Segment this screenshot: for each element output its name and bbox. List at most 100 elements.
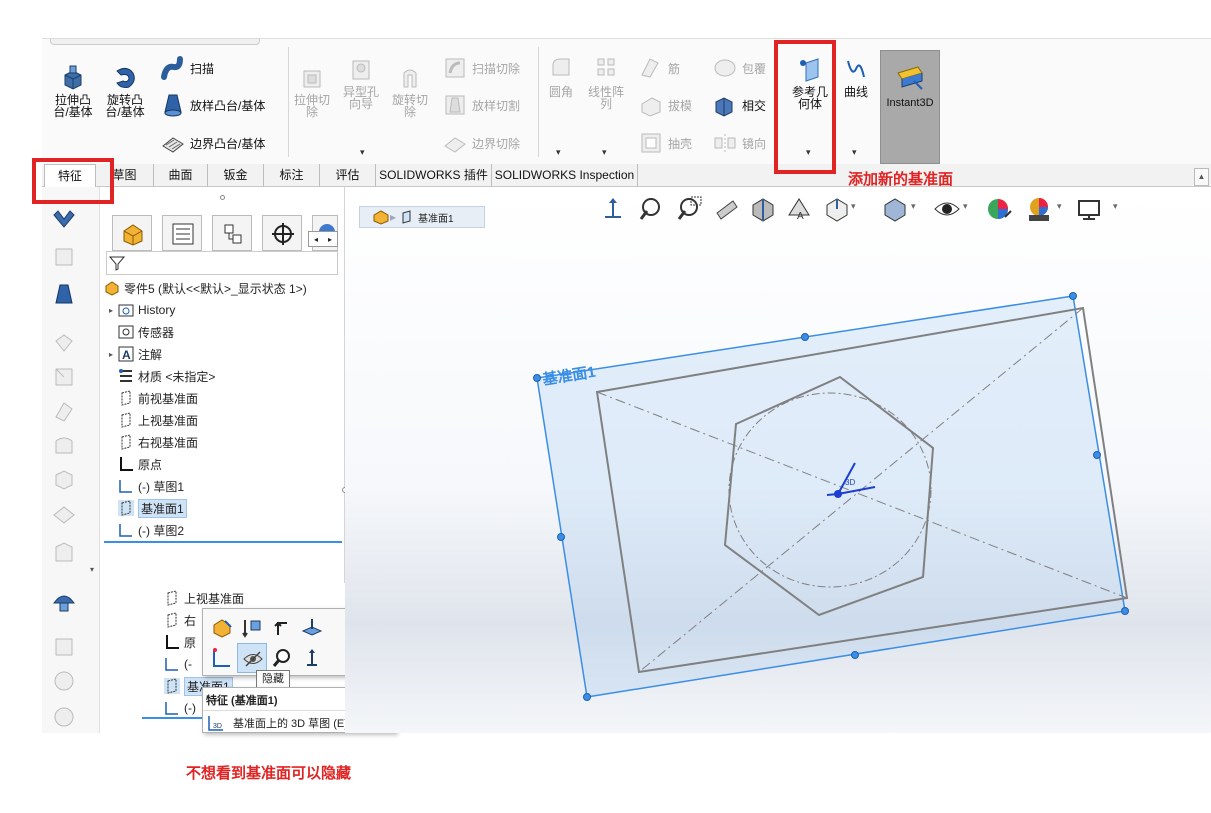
boundary-boss-button[interactable]: 边界凸台/基体	[160, 130, 265, 156]
draft-icon[interactable]	[50, 465, 78, 493]
tab-dimxpert-manager[interactable]	[262, 215, 302, 251]
cut-group-dropdown[interactable]: ▾	[360, 147, 365, 158]
expand-icon[interactable]: ▸	[104, 306, 118, 315]
wrap-icon[interactable]	[50, 501, 78, 529]
indent-icon[interactable]	[50, 633, 78, 661]
hole-wizard-button[interactable]: 异型孔 向导	[338, 55, 384, 110]
intersect-button[interactable]: 相交	[712, 92, 766, 118]
intersect-label: 相交	[742, 98, 767, 113]
normal-direction-icon[interactable]	[301, 647, 323, 669]
panel-grip-dot[interactable]	[220, 195, 225, 200]
rollback-bar[interactable]	[104, 541, 342, 543]
chamfer-icon[interactable]	[50, 363, 78, 391]
wrap-icon	[714, 59, 736, 77]
boundary-cut-icon	[444, 137, 466, 153]
draft-button[interactable]: 拔模	[638, 92, 692, 118]
pattern-dropdown[interactable]: ▾	[602, 147, 607, 158]
sweep-button[interactable]: 扫描	[160, 55, 214, 81]
revolve-cut-button[interactable]: 旋转切 除	[388, 63, 432, 118]
revolve-cut-label-2: 除	[403, 105, 416, 119]
tree-item-plane1[interactable]: 基准面1	[104, 498, 187, 518]
zoom-to-selection-icon[interactable]	[271, 647, 293, 669]
hole-icon[interactable]	[50, 539, 78, 567]
revolve-boss-icon[interactable]	[50, 243, 78, 271]
tree-item-top-plane[interactable]: 上视基准面	[104, 410, 198, 430]
rollback-icon[interactable]	[241, 617, 263, 639]
tab-sketch[interactable]: 草图	[96, 164, 154, 187]
inset-item-right-plane[interactable]: 右	[164, 610, 196, 630]
fillet-button[interactable]: 圆角	[544, 55, 578, 98]
tree-root-part[interactable]: 零件5 (默认<<默认>_显示状态 1>)	[104, 278, 307, 298]
swept-cut-button[interactable]: 扫描切除	[442, 55, 520, 81]
curves-button[interactable]: 曲线	[838, 55, 874, 98]
tab-solidworks-addins[interactable]: SOLIDWORKS 插件	[376, 164, 492, 187]
lofted-cut-button[interactable]: 放样切割	[442, 92, 520, 118]
strip-dropdown[interactable]: ▾	[90, 565, 94, 574]
instant3d-button[interactable]: Instant3D	[880, 50, 940, 164]
hide-eye-icon	[243, 651, 263, 667]
tree-item-history[interactable]: ▸ History	[104, 300, 175, 320]
tree-item-front-plane[interactable]: 前视基准面	[104, 388, 198, 408]
linear-pattern-label-2: 列	[599, 97, 612, 111]
lofted-cut-icon	[445, 95, 465, 115]
reference-geometry-dropdown[interactable]: ▾	[806, 147, 811, 158]
edit-feature-icon[interactable]	[211, 617, 233, 639]
expand-icon[interactable]: ▸	[104, 350, 118, 359]
boundary-cut-button[interactable]: 边界切除	[442, 130, 520, 156]
tree-item-material[interactable]: 材质 <未指定>	[104, 366, 215, 386]
tab-solidworks-inspection[interactable]: SOLIDWORKS Inspection	[492, 164, 638, 187]
fillet-icon[interactable]	[50, 329, 78, 357]
reference-geometry-button[interactable]: 参考几 何体	[786, 55, 834, 110]
graphics-area[interactable]: ▸ 基准面1 A ▾ ▾ ▾ ▾ ▾ 3D 基准面1	[345, 187, 1211, 733]
model-canvas[interactable]: 3D	[345, 187, 1211, 733]
tree-filter-bar[interactable]	[106, 251, 338, 275]
inset-item-sketch1[interactable]: (-	[164, 654, 192, 674]
mirror-button[interactable]: 镜向	[712, 130, 766, 156]
wrap-button[interactable]: 包覆	[712, 55, 766, 81]
reference-plane[interactable]	[536, 295, 1126, 698]
tree-item-label: 材质 <未指定>	[138, 369, 216, 384]
shell-icon[interactable]	[50, 431, 78, 459]
tab-property-manager[interactable]	[162, 215, 202, 251]
extrude-boss-icon[interactable]	[50, 207, 78, 235]
tree-item-sketch1[interactable]: (-) 草图1	[104, 476, 184, 496]
tab-sheet-metal[interactable]: 钣金	[208, 164, 264, 187]
inset-item-origin[interactable]: 原	[164, 632, 196, 652]
inset-item-top-plane[interactable]: 上视基准面	[164, 588, 244, 608]
tab-configuration-manager[interactable]	[212, 215, 252, 251]
fillet-dropdown[interactable]: ▾	[556, 147, 561, 158]
curves-dropdown[interactable]: ▾	[852, 147, 857, 158]
tab-features[interactable]: 特征	[44, 164, 96, 187]
add-plane-annotation: 添加新的基准面	[848, 171, 954, 188]
flex-icon[interactable]	[50, 667, 78, 695]
extrude-cut-label-2: 除	[305, 105, 318, 119]
rib-icon[interactable]	[50, 397, 78, 425]
linear-pattern-icon	[597, 58, 615, 76]
extrude-boss-button[interactable]: 拉伸凸 台/基体	[50, 63, 96, 118]
loft-boss-icon[interactable]	[50, 281, 78, 309]
tree-item-origin[interactable]: 原点	[104, 454, 162, 474]
deform-icon[interactable]	[50, 703, 78, 731]
tree-item-right-plane[interactable]: 右视基准面	[104, 432, 198, 452]
tree-item-annotations[interactable]: ▸ A 注解	[104, 344, 162, 364]
linear-pattern-button[interactable]: 线性阵 列	[584, 55, 628, 110]
revolve-boss-button[interactable]: 旋转凸 台/基体	[102, 63, 148, 118]
dome-icon[interactable]	[50, 587, 78, 615]
tab-feature-manager[interactable]	[112, 215, 152, 251]
ribbon-scroll-up[interactable]: ▲	[1194, 168, 1209, 186]
inset-item-sketch2[interactable]: (-)	[164, 698, 196, 718]
normal-to-icon[interactable]	[301, 617, 323, 639]
panel-tab-scroll[interactable]: ◂ ▸	[308, 231, 338, 247]
loft-boss-button[interactable]: 放样凸台/基体	[160, 92, 265, 118]
tree-item-sketch2[interactable]: (-) 草图2	[104, 520, 184, 540]
rib-button[interactable]: 筋	[638, 55, 680, 81]
tab-evaluate[interactable]: 评估	[320, 164, 376, 187]
tree-item-sensors[interactable]: 传感器	[104, 322, 174, 342]
tab-surfaces[interactable]: 曲面	[154, 164, 208, 187]
shell-button[interactable]: 抽壳	[638, 130, 692, 156]
extrude-cut-button[interactable]: 拉伸切 除	[290, 63, 334, 118]
tab-markup[interactable]: 标注	[264, 164, 320, 187]
sketch-on-plane-icon[interactable]	[211, 647, 233, 669]
hide-button[interactable]	[237, 643, 267, 673]
parent-child-icon[interactable]	[271, 617, 293, 639]
